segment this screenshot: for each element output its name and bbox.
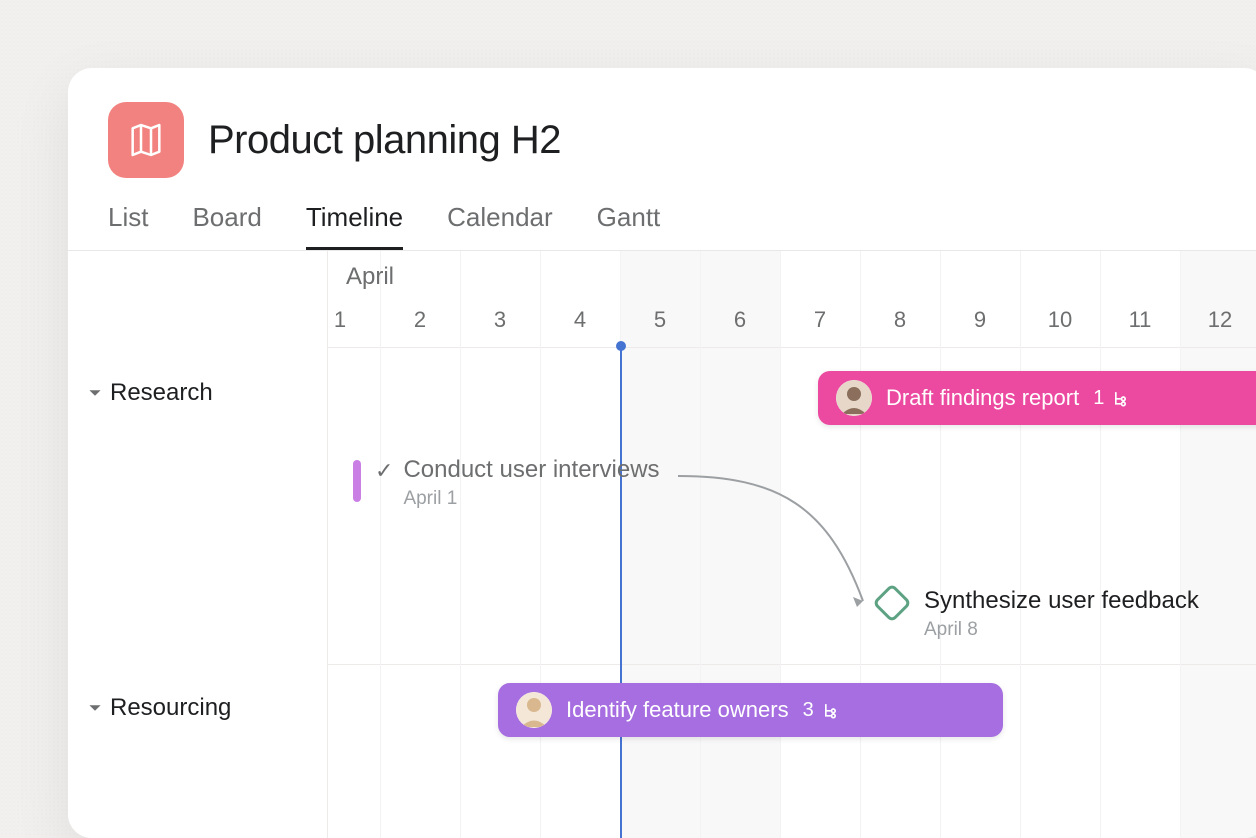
task-title: Draft findings report — [886, 385, 1079, 411]
subtask-count: 1 — [1093, 387, 1130, 410]
timeline-day: 8 — [894, 307, 906, 333]
assignee-avatar — [836, 380, 872, 416]
task-bar-identify-owners[interactable]: Identify feature owners 3 — [498, 683, 1003, 737]
tab-list[interactable]: List — [108, 202, 148, 250]
timeline-day: 10 — [1048, 307, 1072, 333]
section-header-resourcing[interactable]: Resourcing — [88, 694, 231, 722]
task-date: April 1 — [403, 488, 659, 510]
view-tabs: List Board Timeline Calendar Gantt — [68, 184, 1256, 250]
task-milestone-conduct-interviews[interactable]: ✓ Conduct user interviews April 1 — [353, 456, 660, 510]
timeline-day: 5 — [654, 307, 666, 333]
chevron-down-icon — [88, 701, 102, 715]
today-indicator — [620, 345, 622, 838]
timeline-day: 9 — [974, 307, 986, 333]
task-title: Synthesize user feedback — [924, 587, 1199, 615]
timeline-day: 12 — [1208, 307, 1232, 333]
chevron-down-icon — [88, 386, 102, 400]
milestone-diamond-icon — [872, 583, 912, 623]
subtask-icon — [1110, 388, 1130, 408]
map-icon — [126, 120, 166, 160]
subtask-icon — [820, 700, 840, 720]
subtask-count: 3 — [803, 699, 840, 722]
project-title: Product planning H2 — [208, 118, 561, 163]
timeline-day: 4 — [574, 307, 586, 333]
task-date: April 8 — [924, 619, 1199, 641]
check-icon: ✓ — [375, 458, 393, 484]
timeline-area[interactable]: April 123456789101112 Research Resourcin… — [68, 250, 1256, 838]
tab-calendar[interactable]: Calendar — [447, 202, 553, 250]
project-icon — [108, 102, 184, 178]
milestone-bar-icon — [353, 460, 361, 502]
timeline-month-label: April — [346, 263, 394, 291]
timeline-day: 3 — [494, 307, 506, 333]
assignee-avatar — [516, 692, 552, 728]
timeline-day: 11 — [1129, 307, 1152, 333]
timeline-day: 7 — [814, 307, 826, 333]
tab-board[interactable]: Board — [192, 202, 261, 250]
timeline-day: 1 — [334, 307, 346, 333]
timeline-day-header: 123456789101112 — [328, 307, 1256, 347]
tab-gantt[interactable]: Gantt — [597, 202, 661, 250]
task-bar-draft-findings[interactable]: Draft findings report 1 — [818, 371, 1256, 425]
section-label: Resourcing — [110, 694, 231, 722]
timeline-day: 6 — [734, 307, 746, 333]
task-milestone-synthesize-feedback[interactable]: Synthesize user feedback April 8 — [878, 587, 1199, 641]
section-column: Research Resourcing — [68, 251, 328, 838]
task-title: Conduct user interviews — [403, 456, 659, 484]
project-window: Product planning H2 List Board Timeline … — [68, 68, 1256, 838]
section-header-research[interactable]: Research — [88, 379, 213, 407]
tab-timeline[interactable]: Timeline — [306, 202, 403, 250]
section-label: Research — [110, 379, 213, 407]
project-header: Product planning H2 — [68, 68, 1256, 184]
task-title: Identify feature owners — [566, 697, 789, 723]
timeline-day: 2 — [414, 307, 426, 333]
